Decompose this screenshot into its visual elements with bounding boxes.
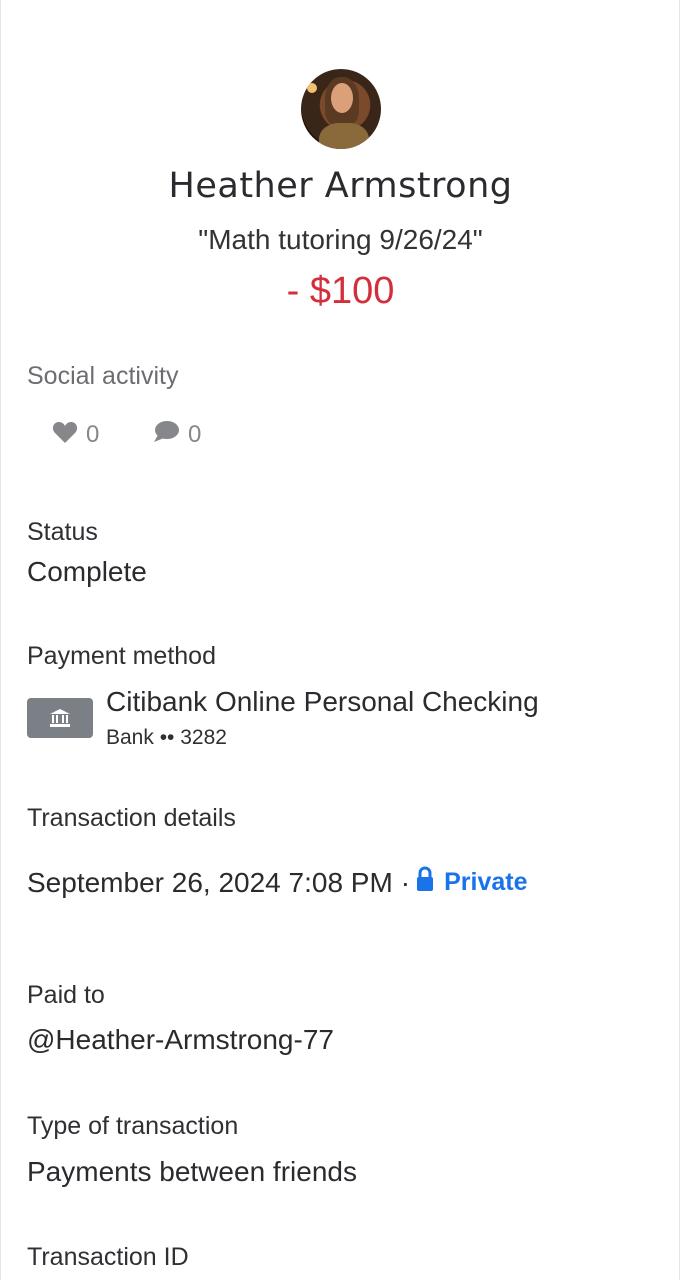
privacy-label: Private <box>444 868 528 896</box>
bank-name: Citibank Online Personal Checking <box>106 686 539 717</box>
paid-to-label: Paid to <box>27 981 105 1009</box>
like-count: 0 <box>86 420 100 448</box>
like-button[interactable]: 0 <box>52 420 99 449</box>
payment-note: "Math tutoring 9/26/24" <box>198 224 483 255</box>
heart-icon <box>52 420 78 449</box>
recipient-name: Heather Armstrong <box>168 166 513 206</box>
comment-button[interactable]: 0 <box>152 420 201 449</box>
comment-count: 0 <box>188 420 202 448</box>
social-activity-heading: Social activity <box>27 362 179 390</box>
comment-icon <box>152 420 180 449</box>
status-value: Complete <box>27 556 147 587</box>
payment-method-label: Payment method <box>27 642 216 670</box>
payment-amount: - $100 <box>286 270 395 312</box>
avatar[interactable] <box>301 69 381 149</box>
bank-icon <box>27 698 93 738</box>
status-label: Status <box>27 518 98 546</box>
transaction-type-value: Payments between friends <box>27 1156 357 1187</box>
separator: · <box>400 866 411 898</box>
transaction-datetime: September 26, 2024 7:08 PM <box>27 866 393 898</box>
transaction-details-label: Transaction details <box>27 804 236 832</box>
privacy-setting[interactable]: Private <box>416 866 528 899</box>
transaction-datetime-row: September 26, 2024 7:08 PM · Private <box>27 866 528 899</box>
transaction-type-label: Type of transaction <box>27 1112 239 1140</box>
lock-icon <box>416 866 434 899</box>
transaction-id-label: Transaction ID <box>27 1243 189 1271</box>
paid-to-username[interactable]: @Heather-Armstrong-77 <box>27 1024 334 1056</box>
bank-account: Bank •• 3282 <box>106 726 227 749</box>
